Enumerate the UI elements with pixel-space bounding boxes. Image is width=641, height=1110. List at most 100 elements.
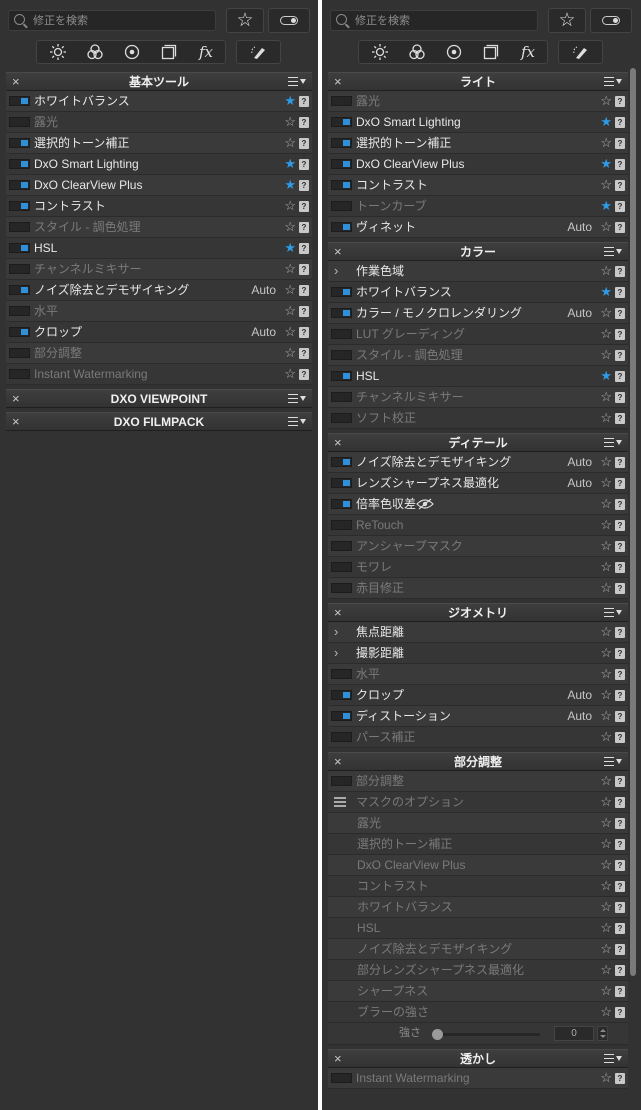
favorite-star-icon[interactable]: ☆ [600,941,612,957]
sun-icon[interactable] [361,41,399,63]
tool-enable-toggle[interactable] [331,392,352,402]
tool-row[interactable]: スタイル - 調色処理 ☆? [328,345,628,366]
tool-enable-toggle[interactable] [9,159,30,169]
favorite-star-icon[interactable]: ☆ [284,219,296,235]
favorite-star-icon[interactable]: ☆ [600,326,612,342]
favorite-star-icon[interactable]: ☆ [600,857,612,873]
section-menu-icon[interactable] [604,245,624,259]
favorite-star-icon[interactable]: ☆ [600,93,612,109]
section-menu-icon[interactable] [604,755,624,769]
help-icon[interactable]: ? [615,797,625,808]
tool-row[interactable]: DxO ClearView Plus ★? [328,154,628,175]
tool-row[interactable]: 水平 ☆? [6,301,312,322]
tool-row[interactable]: チャンネルミキサー ☆? [6,259,312,280]
favorite-star-icon[interactable]: ☆ [284,135,296,151]
strength-value-field[interactable]: 0 [554,1026,594,1041]
favorite-star-icon[interactable]: ☆ [600,580,612,596]
help-icon[interactable]: ? [615,350,625,361]
help-icon[interactable]: ? [615,986,625,997]
tool-row[interactable]: ノイズ除去とデモザイキング ☆? [328,939,628,960]
help-icon[interactable]: ? [615,839,625,850]
stepper-icon[interactable] [597,1026,608,1041]
tool-enable-toggle[interactable] [331,562,352,572]
help-icon[interactable]: ? [299,348,309,359]
favorite-star-icon[interactable]: ☆ [600,1070,612,1086]
help-icon[interactable]: ? [615,201,625,212]
favorite-star-icon[interactable]: ☆ [600,347,612,363]
tool-row[interactable]: シャープネス ☆? [328,981,628,1002]
favorite-star-icon[interactable]: ☆ [284,282,296,298]
favorite-star-icon[interactable]: ☆ [600,517,612,533]
tool-enable-toggle[interactable] [9,180,30,190]
layers-icon[interactable] [472,41,510,63]
tool-row[interactable]: DxO ClearView Plus ★? [6,175,312,196]
tool-enable-toggle[interactable] [9,117,30,127]
favorite-star-icon[interactable]: ☆ [600,305,612,321]
help-icon[interactable]: ? [299,369,309,380]
tool-enable-toggle[interactable] [331,520,352,530]
tool-row[interactable]: クロップ Auto ☆? [6,322,312,343]
section-header[interactable]: × 透かし [328,1049,628,1068]
help-icon[interactable]: ? [299,159,309,170]
help-icon[interactable]: ? [615,648,625,659]
help-icon[interactable]: ? [615,117,625,128]
favorite-star-icon[interactable]: ★ [284,156,296,172]
tool-row[interactable]: 選択的トーン補正 ☆? [328,133,628,154]
tool-enable-toggle[interactable] [331,1073,352,1083]
tool-row[interactable]: パース補正 ☆? [328,727,628,748]
tool-row[interactable]: スタイル - 調色処理 ☆? [6,217,312,238]
tool-row[interactable]: レンズシャープネス最適化 Auto ☆? [328,473,628,494]
color-circles-icon[interactable] [76,41,114,63]
help-icon[interactable]: ? [615,138,625,149]
favorites-filter-button[interactable]: ☆ [548,8,586,33]
tool-row[interactable]: HSL ★? [6,238,312,259]
help-icon[interactable]: ? [615,520,625,531]
tool-enable-toggle[interactable] [9,264,30,274]
search-input[interactable] [33,11,211,30]
tool-enable-toggle[interactable] [331,732,352,742]
help-icon[interactable]: ? [615,732,625,743]
tool-row[interactable]: 部分調整 ☆? [328,771,628,792]
help-icon[interactable]: ? [299,138,309,149]
scrollbar[interactable] [629,68,637,1108]
help-icon[interactable]: ? [615,308,625,319]
favorite-star-icon[interactable]: ☆ [600,1004,612,1020]
tool-row[interactable]: 選択的トーン補正 ☆? [328,834,628,855]
favorite-star-icon[interactable]: ☆ [600,559,612,575]
tool-enable-toggle[interactable] [9,138,30,148]
favorite-star-icon[interactable]: ☆ [600,962,612,978]
help-icon[interactable]: ? [615,627,625,638]
help-icon[interactable]: ? [615,776,625,787]
tool-row[interactable]: コントラスト ☆? [328,175,628,196]
tool-enable-toggle[interactable] [9,243,30,253]
section-menu-icon[interactable] [288,392,308,406]
favorite-star-icon[interactable]: ☆ [600,773,612,789]
favorite-star-icon[interactable]: ☆ [284,303,296,319]
favorite-star-icon[interactable]: ☆ [600,263,612,279]
tool-enable-toggle[interactable] [331,711,352,721]
tool-enable-toggle[interactable] [331,371,352,381]
help-icon[interactable]: ? [299,117,309,128]
lens-icon[interactable] [435,41,473,63]
fx-icon[interactable]: fx [509,41,547,63]
help-icon[interactable]: ? [615,222,625,233]
help-icon[interactable]: ? [615,944,625,955]
tool-row[interactable]: ノイズ除去とデモザイキング Auto ☆? [328,452,628,473]
favorite-star-icon[interactable]: ★ [600,198,612,214]
favorite-star-icon[interactable]: ☆ [600,794,612,810]
tool-row[interactable]: アンシャープマスク ☆? [328,536,628,557]
favorite-star-icon[interactable]: ☆ [284,366,296,382]
tool-row[interactable]: 選択的トーン補正 ☆? [6,133,312,154]
favorite-star-icon[interactable]: ☆ [600,454,612,470]
tool-row[interactable]: カラー / モノクロレンダリング Auto ☆? [328,303,628,324]
active-filter-toggle[interactable] [590,8,632,33]
help-icon[interactable]: ? [615,690,625,701]
help-icon[interactable]: ? [615,1007,625,1018]
section-menu-icon[interactable] [604,75,624,89]
tool-enable-toggle[interactable] [331,138,352,148]
tool-row[interactable]: ホワイトバランス ★? [6,91,312,112]
tool-row[interactable]: チャンネルミキサー ☆? [328,387,628,408]
chevron-right-icon[interactable]: › [334,645,338,661]
help-icon[interactable]: ? [615,902,625,913]
help-icon[interactable]: ? [615,881,625,892]
